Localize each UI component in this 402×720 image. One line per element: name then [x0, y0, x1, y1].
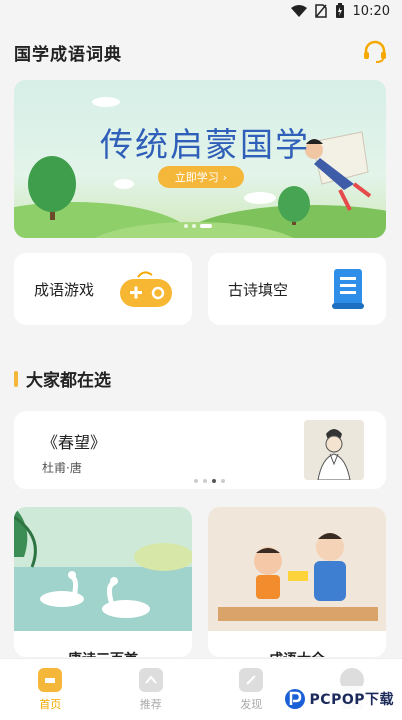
status-bar: 10:20 [0, 0, 402, 24]
pcpop-logo-icon [284, 689, 305, 709]
pagination-dot[interactable] [192, 224, 196, 228]
feature-label: 古诗填空 [228, 280, 289, 299]
pagination-dot-active [212, 479, 216, 483]
feature-label: 成语游戏 [34, 280, 95, 299]
section-accent-bar [14, 370, 18, 387]
recommend-icon [138, 667, 163, 692]
children-illustration [208, 507, 386, 631]
tile-idiom-collection[interactable]: 成语大全 [208, 507, 386, 657]
poem-card[interactable]: 《春望》 杜甫·唐 [14, 411, 386, 489]
scroll-icon [332, 269, 364, 309]
tab-home[interactable]: 首页 [0, 659, 101, 720]
poem-title: 《春望》 [42, 433, 107, 452]
feature-card-idiom-game[interactable]: 成语游戏 [14, 253, 192, 325]
app-header: 国学成语词典 [14, 36, 388, 68]
promo-banner[interactable]: 传统启蒙国学 立即学习 › [14, 80, 386, 238]
pagination-dot[interactable] [184, 224, 188, 228]
pagination-dot [203, 479, 207, 483]
clock: 10:20 [352, 3, 390, 19]
swan-lake-illustration [14, 507, 192, 631]
pagination-dot [221, 479, 225, 483]
tile-tang-poems[interactable]: 唐诗三百首 [14, 507, 192, 657]
poet-portrait-image [304, 420, 364, 480]
section-title-text: 大家都在选 [26, 371, 111, 391]
headset-icon[interactable] [362, 40, 388, 64]
poem-author: 杜甫·唐 [42, 461, 82, 475]
pagination-dot [194, 479, 198, 483]
battery-icon [335, 3, 344, 18]
feature-card-poem-fill[interactable]: 古诗填空 [208, 253, 386, 325]
site-watermark: PCPOP下载 [279, 686, 398, 712]
home-icon [38, 667, 63, 692]
discover-icon [239, 667, 264, 692]
poet-portrait [304, 420, 364, 480]
no-sim-icon [314, 4, 327, 18]
tab-label: 发现 [240, 697, 263, 711]
pagination-dot-active[interactable] [200, 224, 212, 228]
watermark-text: PCPOP下载 [309, 692, 394, 708]
tile-label: 唐诗三百首 [14, 649, 192, 657]
tile-label: 成语大全 [208, 649, 386, 657]
section-title: 大家都在选 [14, 366, 111, 391]
tab-label: 推荐 [139, 697, 162, 711]
poem-pagination [194, 479, 225, 483]
page-title: 国学成语词典 [14, 44, 122, 65]
tab-recommend[interactable]: 推荐 [101, 659, 202, 720]
chevron-right-icon: › [222, 170, 228, 184]
gamepad-icon [120, 271, 172, 307]
learn-now-button[interactable]: 立即学习 › [158, 166, 244, 188]
learn-now-label: 立即学习 [174, 171, 219, 184]
wifi-icon [290, 5, 307, 17]
banner-title: 传统启蒙国学 [100, 125, 310, 164]
tab-label: 首页 [39, 697, 62, 711]
banner-pagination[interactable] [184, 224, 212, 228]
